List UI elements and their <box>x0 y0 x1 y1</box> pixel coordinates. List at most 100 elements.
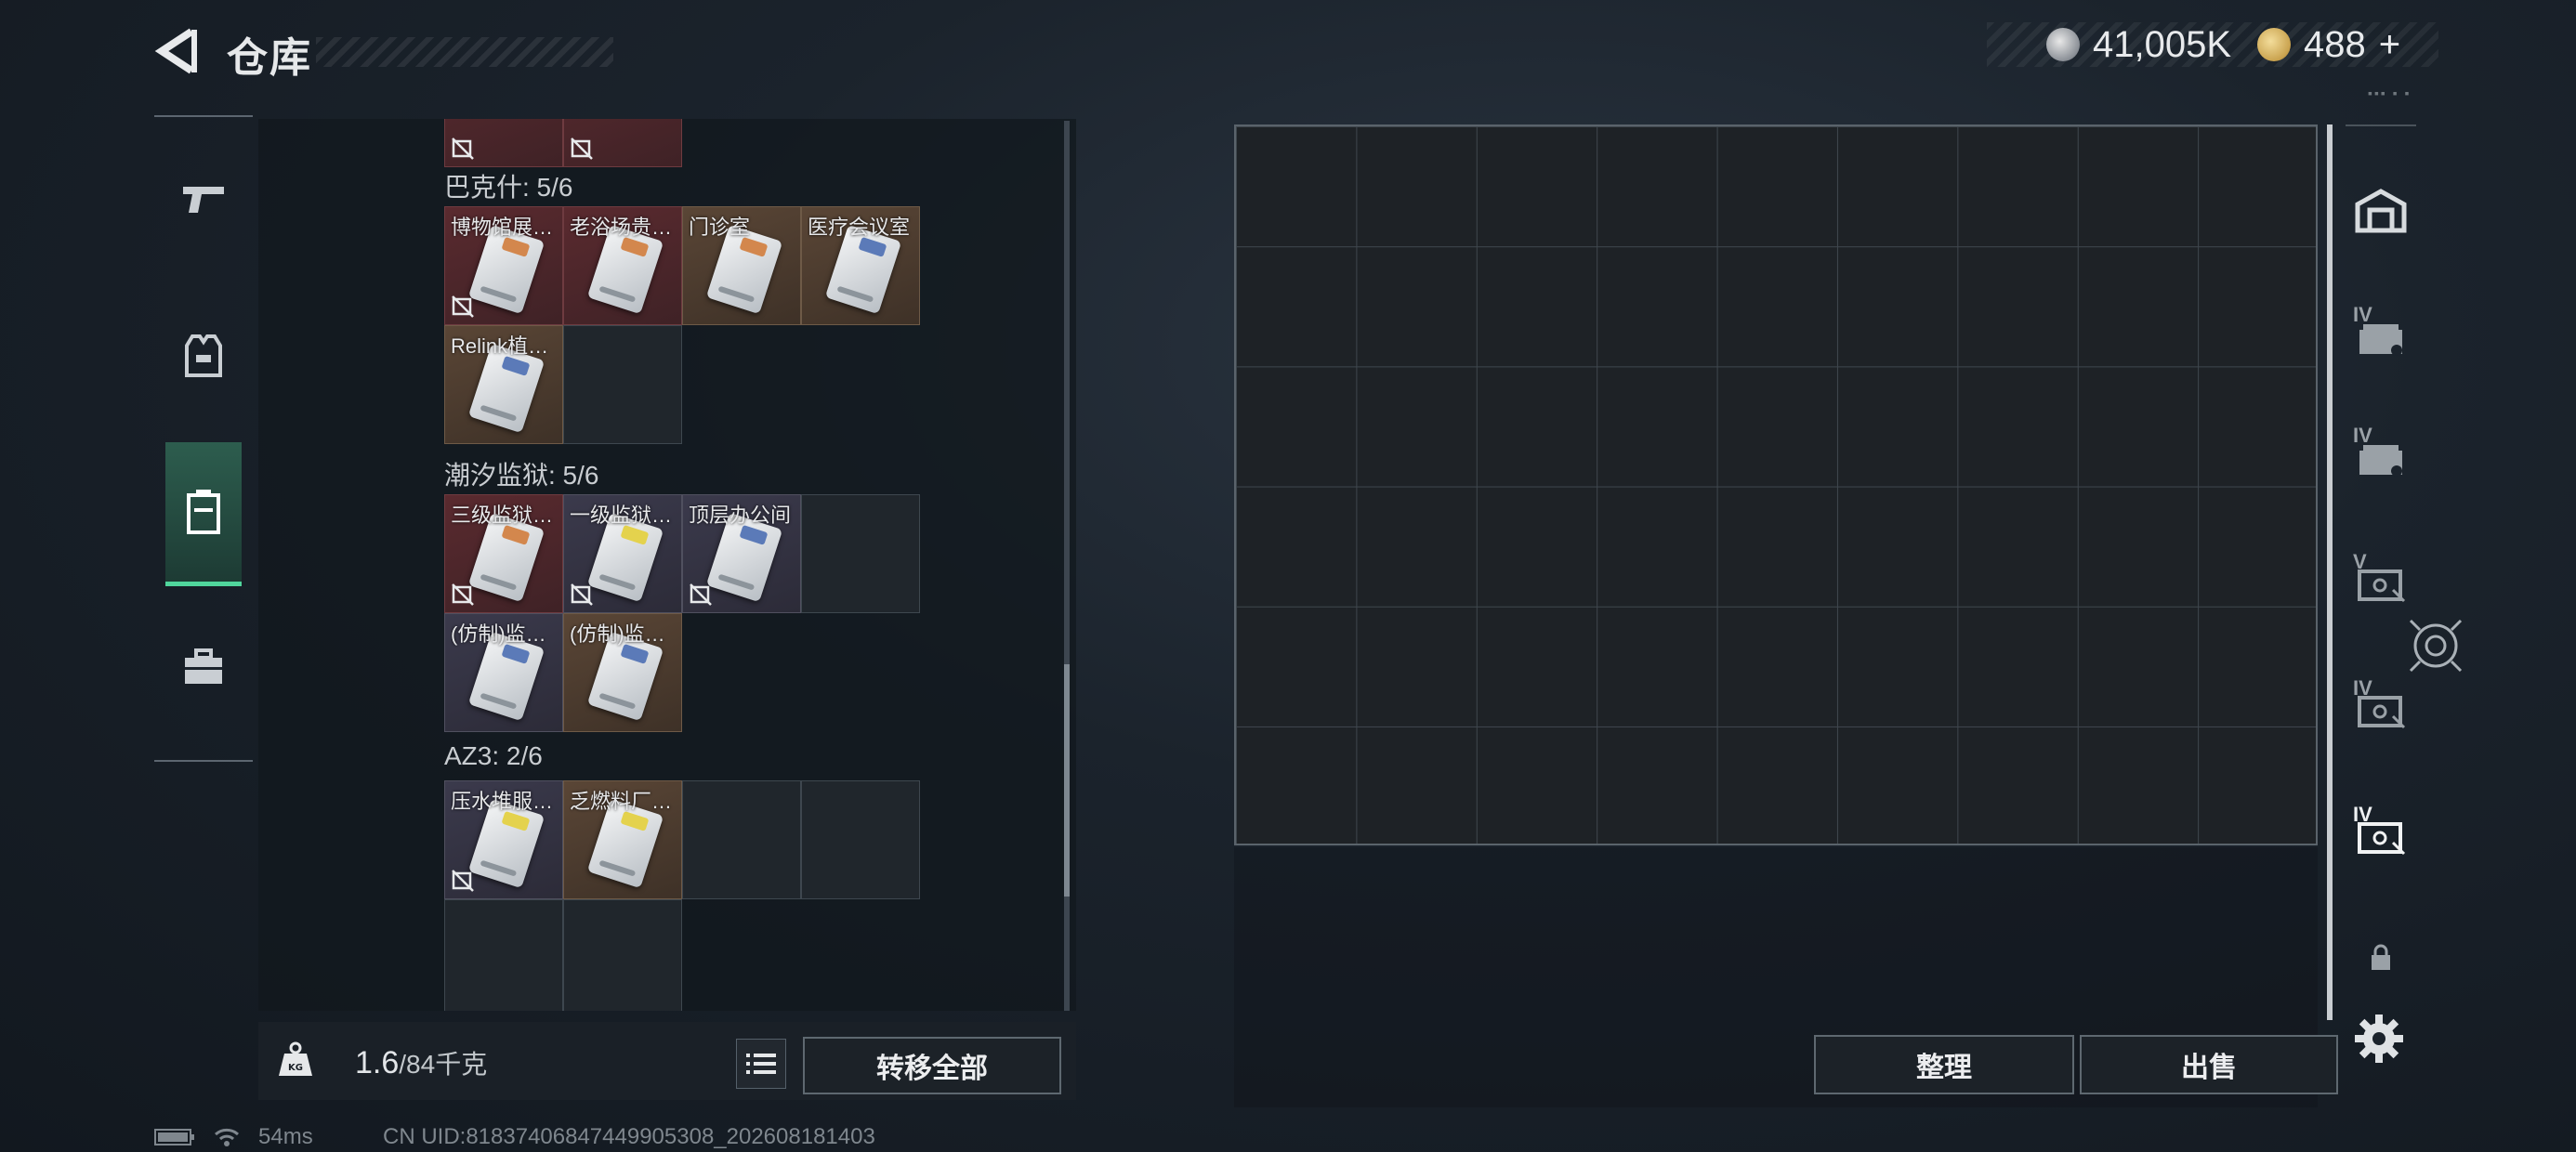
safe-box-icon <box>2355 189 2407 233</box>
list-icon <box>746 1054 776 1074</box>
item-label: 门诊室 <box>689 216 751 239</box>
wifi-icon <box>215 1128 239 1146</box>
svg-text:KG: KG <box>288 1063 303 1073</box>
item-label: 乏燃料厂… <box>570 790 673 813</box>
item-label: 老浴场贵… <box>570 216 673 239</box>
no-drop-icon <box>452 870 474 892</box>
container-item-safe-box[interactable] <box>2346 160 2416 262</box>
list-view-button[interactable] <box>736 1039 786 1089</box>
list-item[interactable] <box>444 119 563 167</box>
status-bar: 54ms <box>154 1124 313 1150</box>
weight-max: /84千克 <box>399 1050 488 1079</box>
item-grid-bakhmut: 博物馆展… 老浴场贵… 门诊室 医疗会议室 Relink植… <box>444 206 920 444</box>
silver-amount: 41,005K <box>2093 23 2232 65</box>
item-label: (仿制)监… <box>451 622 546 646</box>
nav-item-weapons[interactable] <box>165 130 242 269</box>
container-switcher: IV IV V IV IV <box>2346 124 2416 970</box>
no-drop-icon <box>571 583 593 606</box>
nav-item-supplies[interactable] <box>165 598 242 738</box>
title-stripe <box>316 37 613 67</box>
no-drop-icon <box>571 137 593 160</box>
empty-slot <box>682 780 801 899</box>
container-item-keycard-case-2[interactable]: IV <box>2346 407 2416 509</box>
list-item[interactable]: 老浴场贵… <box>563 206 682 325</box>
settings-gear-icon[interactable] <box>2353 1013 2405 1065</box>
list-item[interactable]: Relink植… <box>444 325 563 444</box>
sell-button[interactable]: 出售 <box>2080 1035 2338 1094</box>
container-item-card-holder-1[interactable]: V <box>2346 533 2416 635</box>
no-drop-icon <box>690 583 712 606</box>
list-item[interactable]: 三级监狱… <box>444 494 563 613</box>
no-drop-icon <box>452 295 474 318</box>
list-item[interactable]: 一级监狱… <box>563 494 682 613</box>
item-label: 博物馆展… <box>451 216 554 239</box>
container-item-card-holder-3[interactable]: IV <box>2346 786 2416 888</box>
left-scrollbar-thumb[interactable] <box>1064 664 1070 897</box>
target-icon[interactable] <box>2407 617 2464 674</box>
container-item-keycard-case-1[interactable]: IV <box>2346 286 2416 388</box>
item-grid-az3: 压水堆服… 乏燃料厂… <box>444 780 920 1011</box>
no-drop-icon <box>452 137 474 160</box>
empty-slot <box>563 325 682 444</box>
list-item[interactable] <box>563 119 682 167</box>
tier-label: IV <box>2353 676 2372 700</box>
tier-label: IV <box>2353 803 2372 826</box>
empty-slot <box>801 780 920 899</box>
lock-icon <box>2372 944 2390 970</box>
tier-label: IV <box>2353 303 2372 326</box>
no-drop-icon <box>452 583 474 606</box>
ping-readout: 54ms <box>258 1124 313 1149</box>
item-label: 三级监狱… <box>451 504 554 527</box>
list-item[interactable]: 乏燃料厂… <box>563 780 682 899</box>
battery-icon <box>154 1129 194 1145</box>
item-label: 一级监狱… <box>570 504 673 527</box>
nav-item-equipment[interactable] <box>165 286 242 425</box>
version-dots: ▪▪▪ ▪ ▪ <box>2368 85 2412 100</box>
container-item-locked[interactable] <box>2346 907 2416 1009</box>
currency-bar: 41,005K 488 + <box>1987 22 2438 67</box>
briefcase-icon <box>185 648 222 684</box>
list-item[interactable]: 压水堆服… <box>444 780 563 899</box>
empty-slot <box>444 899 563 1011</box>
tier-label: IV <box>2353 424 2372 447</box>
item-label: 顶层办公间 <box>689 504 792 527</box>
back-arrow-icon[interactable] <box>154 26 204 76</box>
transfer-all-button[interactable]: 转移全部 <box>803 1037 1061 1094</box>
item-grid-tide-prison: 三级监狱… 一级监狱… 顶层办公间 (仿制)监… (仿制)监… <box>444 494 920 732</box>
item-label: (仿制)监… <box>570 622 665 646</box>
item-label: 压水堆服… <box>451 790 554 813</box>
list-item[interactable]: (仿制)监… <box>444 613 563 732</box>
container-icon <box>187 490 220 534</box>
nav-item-containers[interactable] <box>165 442 242 586</box>
category-nav <box>154 115 253 762</box>
list-item[interactable]: (仿制)监… <box>563 613 682 732</box>
vest-icon <box>185 334 222 377</box>
weight-icon: KG <box>279 1041 312 1076</box>
pistol-icon <box>183 187 224 213</box>
list-item[interactable]: 顶层办公间 <box>682 494 801 613</box>
weight-current: 1.6 <box>355 1045 400 1080</box>
group-title-bakhmut: 巴克什: 5/6 <box>444 173 573 202</box>
page-title: 仓库 <box>227 35 312 81</box>
group-title-tide-prison: 潮汐监狱: 5/6 <box>444 461 599 490</box>
partial-item-row <box>444 119 920 167</box>
group-title-az3: AZ3: 2/6 <box>444 741 543 770</box>
sort-button[interactable]: 整理 <box>1814 1035 2074 1094</box>
add-currency-button[interactable]: + <box>2379 24 2400 66</box>
silver-coin-icon <box>2046 28 2080 61</box>
tier-label: V <box>2353 550 2367 573</box>
right-scrollbar[interactable] <box>2327 124 2333 1020</box>
list-item[interactable]: 医疗会议室 <box>801 206 920 325</box>
gold-amount: 488 <box>2304 23 2366 65</box>
uid-readout: CN UID:81837406847449905308_202608181403 <box>383 1124 875 1149</box>
item-label: Relink植… <box>451 334 549 358</box>
list-item[interactable]: 门诊室 <box>682 206 801 325</box>
empty-slot <box>563 899 682 1011</box>
container-item-card-holder-2[interactable]: IV <box>2346 660 2416 762</box>
item-label: 医疗会议室 <box>808 216 911 239</box>
item-list-panel[interactable]: 巴克什: 5/6 博物馆展… 老浴场贵… 门诊室 医疗会议室 Relink植… … <box>258 119 1076 1011</box>
container-grid[interactable] <box>1234 124 2318 845</box>
weight-readout: 1.6/84千克 <box>355 1044 487 1081</box>
empty-slot <box>801 494 920 613</box>
list-item[interactable]: 博物馆展… <box>444 206 563 325</box>
